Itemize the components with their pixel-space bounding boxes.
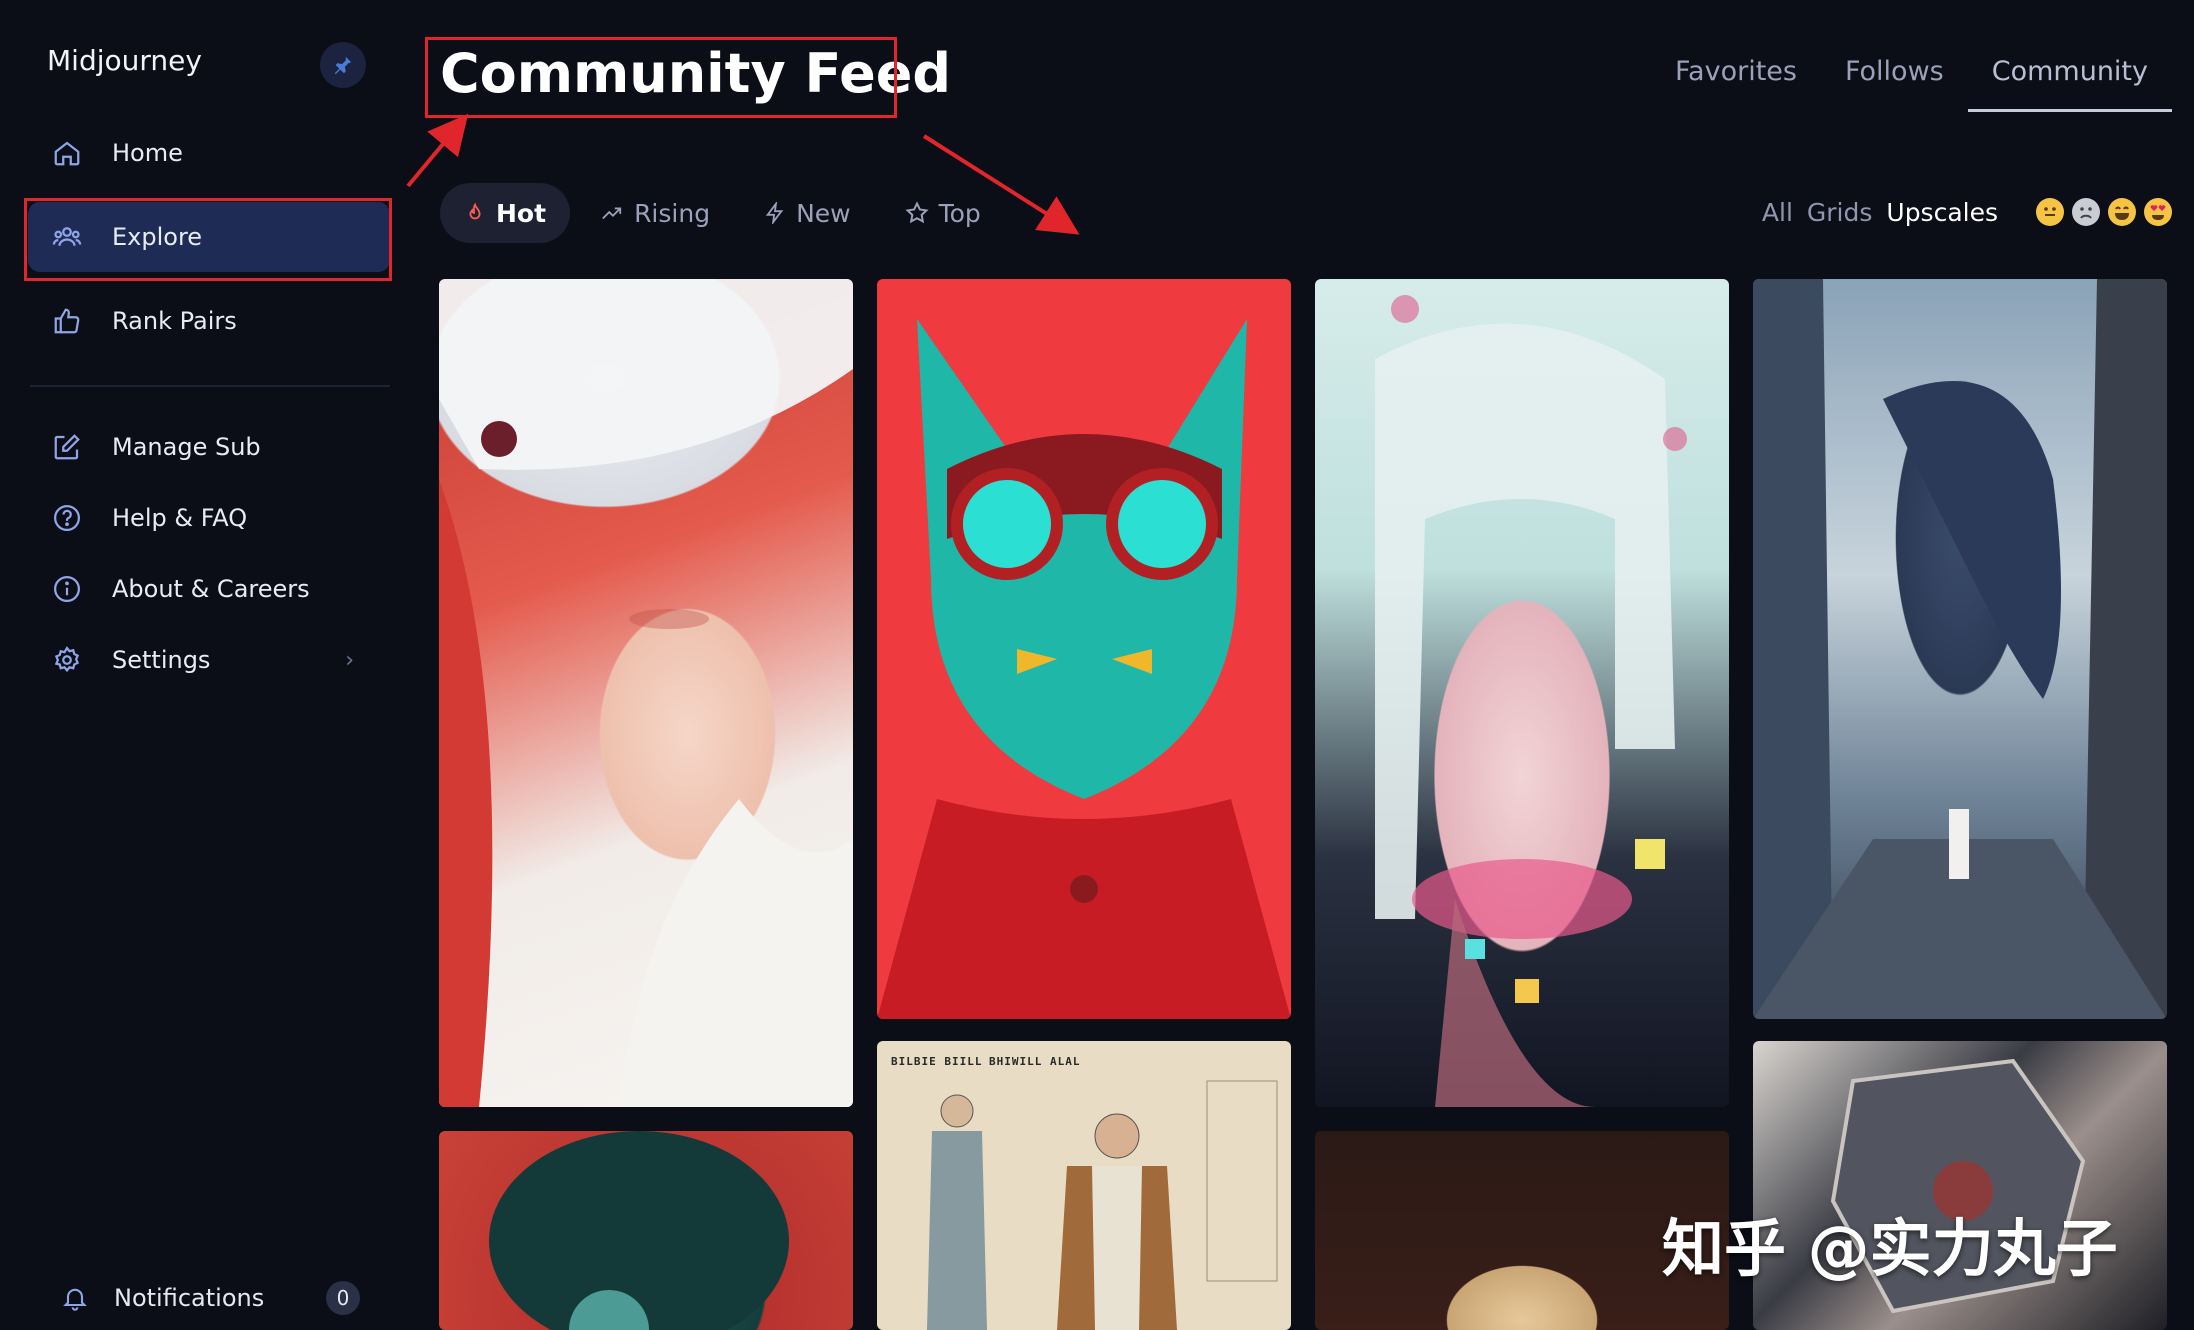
watermark-text: 知乎 @实力丸子 [1662, 1212, 2118, 1285]
gallery-image-white-hair-woman[interactable] [1315, 279, 1729, 1107]
gallery-image-whale-alley[interactable] [1753, 279, 2167, 1019]
reaction-filters [2028, 198, 2172, 226]
sort-tabs: Hot Rising New Top [440, 183, 1011, 243]
gallery-image-woman-white-hat[interactable] [439, 279, 853, 1107]
sort-label: Rising [634, 198, 711, 228]
flame-icon [464, 202, 486, 224]
gallery-image-cat-goggles[interactable] [877, 279, 1291, 1019]
sort-label: Top [938, 198, 981, 228]
lightning-icon [764, 202, 786, 224]
star-icon [905, 201, 929, 225]
heart-eyes-face-icon[interactable] [2144, 198, 2172, 226]
sketch-header-left: BILBIE BIILL [891, 1055, 983, 1068]
slightly-smiling-face-icon[interactable] [2036, 198, 2064, 226]
sort-new[interactable]: New [740, 183, 875, 243]
sort-label: Hot [496, 198, 547, 228]
sort-top[interactable]: Top [881, 183, 1005, 243]
filter-upscales[interactable]: Upscales [1886, 198, 1998, 227]
trending-up-icon [600, 202, 624, 224]
gallery-image-woman-sunglasses[interactable] [439, 1131, 853, 1330]
filter-grids[interactable]: Grids [1807, 198, 1873, 227]
filter-options: All Grids Upscales [1748, 198, 1998, 227]
sort-label: New [796, 198, 851, 228]
sort-rising[interactable]: Rising [576, 183, 734, 243]
filter-all[interactable]: All [1762, 198, 1793, 227]
grinning-face-icon[interactable] [2108, 198, 2136, 226]
arrow-to-title [406, 113, 469, 188]
crying-face-icon[interactable] [2072, 198, 2100, 226]
sort-hot[interactable]: Hot [440, 183, 571, 243]
gallery-image-character-sketch[interactable]: BILBIE BIILL BHIWILL ALAL [877, 1041, 1291, 1330]
sketch-header-right: BHIWILL ALAL [989, 1055, 1081, 1068]
